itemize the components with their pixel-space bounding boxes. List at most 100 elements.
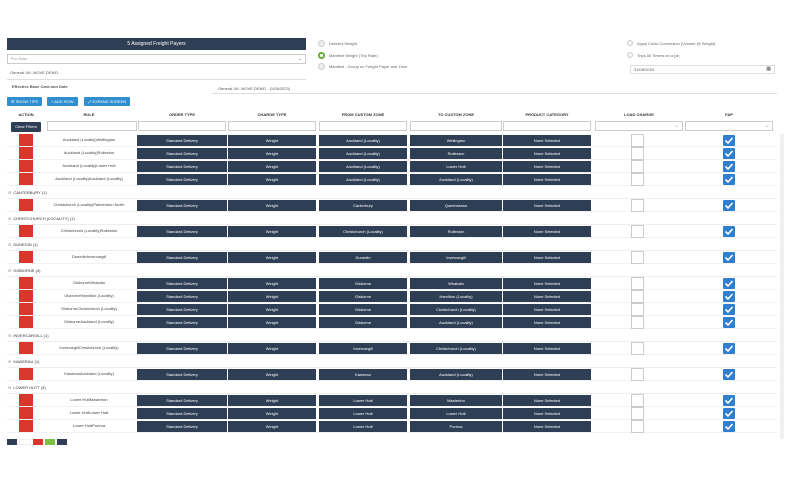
charge-type-cell[interactable]: Weight	[228, 304, 316, 315]
order-type-cell[interactable]: Standard Delivery	[137, 174, 227, 185]
pro-rata-select[interactable]: Pro Rata ⌄	[7, 54, 306, 64]
order-type-cell[interactable]: Standard Delivery	[137, 135, 227, 146]
product-cell[interactable]: None Selected	[503, 226, 591, 237]
charge-type-cell[interactable]: Weight	[228, 226, 316, 237]
collapse-icon[interactable]: ⊖	[8, 242, 11, 247]
from-zone-cell[interactable]: Kawerau	[319, 369, 407, 380]
product-cell[interactable]: None Selected	[503, 278, 591, 289]
charge-type-cell[interactable]: Weight	[228, 408, 316, 419]
vertical-scrollbar[interactable]	[780, 134, 784, 439]
delete-button[interactable]	[19, 342, 33, 354]
delete-button[interactable]	[19, 160, 33, 172]
charge-type-cell[interactable]: Weight	[228, 343, 316, 354]
from-zone-cell[interactable]: Lower Hutt	[319, 408, 407, 419]
fap-checkbox[interactable]	[723, 317, 735, 328]
delete-button[interactable]	[19, 303, 33, 315]
col-order-type[interactable]: ORDER TYPE	[137, 112, 227, 117]
charge-type-cell[interactable]: Weight	[228, 395, 316, 406]
from-zone-cell[interactable]: Invercargill	[319, 343, 407, 354]
delete-button[interactable]	[19, 225, 33, 237]
check-trips-all-timers[interactable]: Trips All Timers on a job	[627, 52, 680, 58]
bottom-button[interactable]	[57, 439, 67, 445]
product-cell[interactable]: None Selected	[503, 304, 591, 315]
product-cell[interactable]: None Selected	[503, 148, 591, 159]
load-charge-checkbox[interactable]	[631, 290, 644, 303]
delete-button[interactable]	[19, 420, 33, 432]
load-charge-checkbox[interactable]	[631, 407, 644, 420]
fap-checkbox[interactable]	[723, 304, 735, 315]
product-cell[interactable]: None Selected	[503, 135, 591, 146]
fap-checkbox[interactable]	[723, 421, 735, 432]
show-tips-button[interactable]: ⚙ SHOW TIPS	[7, 97, 43, 106]
to-zone-cell[interactable]: Christchurch (Locality)	[410, 304, 502, 315]
group-header[interactable]: ⊖ CHRISTCHURCH (LOCALITY) (1)	[7, 212, 777, 225]
charge-type-cell[interactable]: Weight	[228, 174, 316, 185]
fap-checkbox[interactable]	[723, 395, 735, 406]
order-type-cell[interactable]: Standard Delivery	[137, 291, 227, 302]
group-header[interactable]: ⊖ KAWERAU (1)	[7, 355, 777, 368]
from-zone-cell[interactable]: Dunedin	[319, 252, 407, 263]
product-cell[interactable]: None Selected	[503, 200, 591, 211]
group-header[interactable]: ⊖ INVERCARGILL (1)	[7, 329, 777, 342]
to-zone-cell[interactable]: Auckland (Locality)	[410, 317, 502, 328]
to-zone-cell[interactable]: Hamilton (Locality)	[410, 291, 502, 302]
to-zone-cell[interactable]: Auckland (Locality)	[410, 369, 502, 380]
product-cell[interactable]: None Selected	[503, 252, 591, 263]
load-charge-checkbox[interactable]	[631, 199, 644, 212]
product-cell[interactable]: None Selected	[503, 408, 591, 419]
to-zone-cell[interactable]: Christchurch (Locality)	[410, 343, 502, 354]
filter-to-zone[interactable]	[410, 121, 502, 131]
order-type-cell[interactable]: Standard Delivery	[137, 408, 227, 419]
filter-from-zone[interactable]	[319, 121, 407, 131]
load-charge-checkbox[interactable]	[631, 147, 644, 160]
collapse-icon[interactable]: ⊖	[8, 190, 11, 195]
from-zone-cell[interactable]: Gisborne	[319, 317, 407, 328]
col-to-zone[interactable]: TO CUSTOM ZONE	[410, 112, 502, 117]
from-zone-cell[interactable]: Gisborne	[319, 304, 407, 315]
load-charge-checkbox[interactable]	[631, 394, 644, 407]
filter-charge-type[interactable]	[228, 121, 316, 131]
bottom-button[interactable]	[19, 439, 31, 445]
order-type-cell[interactable]: Standard Delivery	[137, 395, 227, 406]
from-zone-cell[interactable]: Gisborne	[319, 291, 407, 302]
order-type-cell[interactable]: Standard Delivery	[137, 161, 227, 172]
load-charge-checkbox[interactable]	[631, 173, 644, 186]
order-type-cell[interactable]: Standard Delivery	[137, 369, 227, 380]
load-charge-checkbox[interactable]	[631, 316, 644, 329]
delete-button[interactable]	[19, 134, 33, 146]
order-type-cell[interactable]: Standard Delivery	[137, 148, 227, 159]
delete-button[interactable]	[19, 147, 33, 159]
from-zone-cell[interactable]: Canterbury	[319, 200, 407, 211]
delete-button[interactable]	[19, 251, 33, 263]
charge-type-cell[interactable]: Weight	[228, 369, 316, 380]
fap-checkbox[interactable]	[723, 408, 735, 419]
load-charge-checkbox[interactable]	[631, 160, 644, 173]
col-from-zone[interactable]: FROM CUSTOM ZONE	[319, 112, 407, 117]
order-type-cell[interactable]: Standard Delivery	[137, 343, 227, 354]
order-type-cell[interactable]: Standard Delivery	[137, 421, 227, 432]
to-zone-cell[interactable]: Lower Hutt	[410, 161, 502, 172]
fap-checkbox[interactable]	[723, 148, 735, 159]
load-charge-checkbox[interactable]	[631, 368, 644, 381]
group-header[interactable]: ⊖ CANTERBURY (1)	[7, 186, 777, 199]
calendar-icon[interactable]: ▦	[766, 66, 771, 73]
from-zone-cell[interactable]: Gisborne	[319, 278, 407, 289]
delete-button[interactable]	[19, 407, 33, 419]
col-charge-type[interactable]: CHARGE TYPE	[228, 112, 316, 117]
to-zone-cell[interactable]: Rolleston	[410, 226, 502, 237]
load-charge-checkbox[interactable]	[631, 277, 644, 290]
delete-button[interactable]	[19, 199, 33, 211]
from-zone-cell[interactable]: Lower Hutt	[319, 421, 407, 432]
product-cell[interactable]: None Selected	[503, 174, 591, 185]
product-cell[interactable]: None Selected	[503, 343, 591, 354]
to-zone-cell[interactable]: Auckland (Locality)	[410, 174, 502, 185]
to-zone-cell[interactable]: Invercargill	[410, 252, 502, 263]
to-zone-cell[interactable]: Masterton	[410, 395, 502, 406]
charge-type-cell[interactable]: Weight	[228, 291, 316, 302]
charge-type-cell[interactable]: Weight	[228, 148, 316, 159]
group-header[interactable]: ⊖ LOWER HUTT (3)	[7, 381, 777, 394]
from-zone-cell[interactable]: Christchurch (Locality)	[319, 226, 407, 237]
charge-type-cell[interactable]: Weight	[228, 200, 316, 211]
collapse-icon[interactable]: ⊖	[8, 385, 11, 390]
load-charge-checkbox[interactable]	[631, 420, 644, 433]
